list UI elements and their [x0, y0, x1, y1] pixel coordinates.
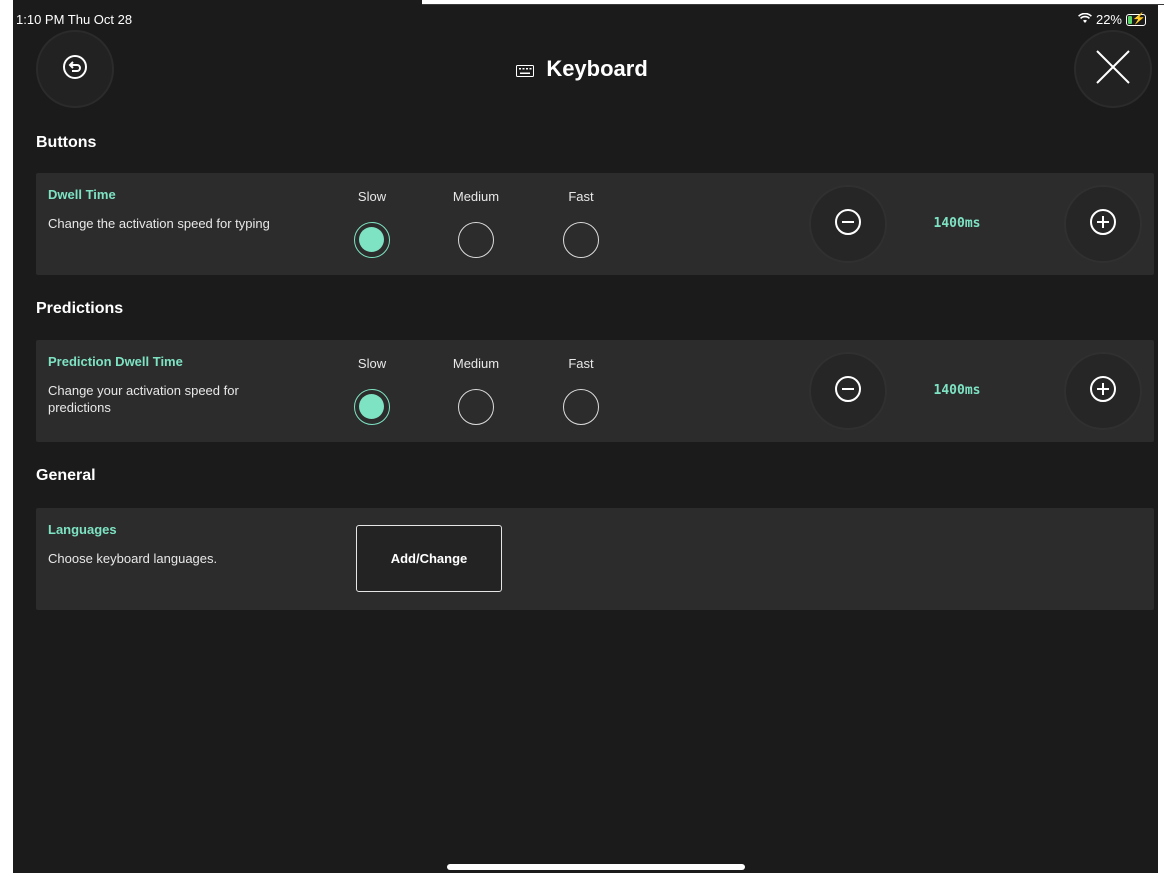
battery-percent: 22% [1095, 12, 1122, 27]
wifi-icon [1078, 12, 1092, 27]
minus-icon [833, 374, 863, 409]
increase-button[interactable] [1064, 185, 1142, 263]
increase-button[interactable] [1064, 352, 1142, 430]
option-radio-fast[interactable] [563, 222, 599, 258]
close-button[interactable] [1074, 30, 1152, 108]
option-label-slow: Slow [357, 356, 387, 371]
keyboard-icon [516, 57, 535, 83]
close-icon [1094, 48, 1132, 91]
decrease-button[interactable] [809, 352, 887, 430]
right-edge [1158, 0, 1164, 873]
option-label-medium: Medium [452, 189, 500, 204]
page-title: Keyboard [0, 56, 1164, 83]
setting-title: Languages [48, 522, 117, 537]
battery-icon: ⚡ [1126, 13, 1146, 26]
option-label-medium: Medium [452, 356, 500, 371]
option-label-fast: Fast [568, 189, 594, 204]
add-change-button[interactable]: Add/Change [356, 525, 502, 592]
option-label-fast: Fast [568, 356, 594, 371]
option-radio-slow[interactable] [354, 222, 390, 258]
section-heading-general: General [36, 467, 96, 484]
dwell-time-value: 1400ms [933, 216, 981, 231]
plus-icon [1088, 374, 1118, 409]
option-radio-slow[interactable] [354, 389, 390, 425]
status-time: 1:10 PM Thu Oct 28 [16, 12, 133, 27]
plus-icon [1088, 207, 1118, 242]
status-right: 22% ⚡ [1078, 12, 1146, 27]
minus-icon [833, 207, 863, 242]
option-radio-fast[interactable] [563, 389, 599, 425]
home-indicator[interactable] [447, 864, 745, 870]
setting-title: Dwell Time [48, 187, 116, 202]
setting-description: Change your activation speed for predict… [48, 383, 239, 415]
setting-description: Choose keyboard languages. [48, 551, 218, 566]
option-radio-medium[interactable] [458, 222, 494, 258]
option-radio-medium[interactable] [458, 389, 494, 425]
option-label-slow: Slow [357, 189, 387, 204]
setting-title: Prediction Dwell Time [48, 354, 183, 369]
decrease-button[interactable] [809, 185, 887, 263]
setting-description: Change the activation speed for typing [48, 216, 270, 231]
prediction-dwell-time-card: Prediction Dwell Time Change your activa… [36, 340, 1154, 442]
page-title-text: Keyboard [546, 56, 648, 81]
dwell-time-card: Dwell Time Change the activation speed f… [36, 173, 1154, 275]
languages-card: Languages Choose keyboard languages. Add… [36, 508, 1154, 610]
left-edge [0, 0, 13, 873]
top-edge-line [422, 4, 1164, 5]
section-heading-buttons: Buttons [36, 134, 97, 151]
prediction-dwell-time-value: 1400ms [933, 383, 981, 398]
section-heading-predictions: Predictions [36, 300, 124, 317]
